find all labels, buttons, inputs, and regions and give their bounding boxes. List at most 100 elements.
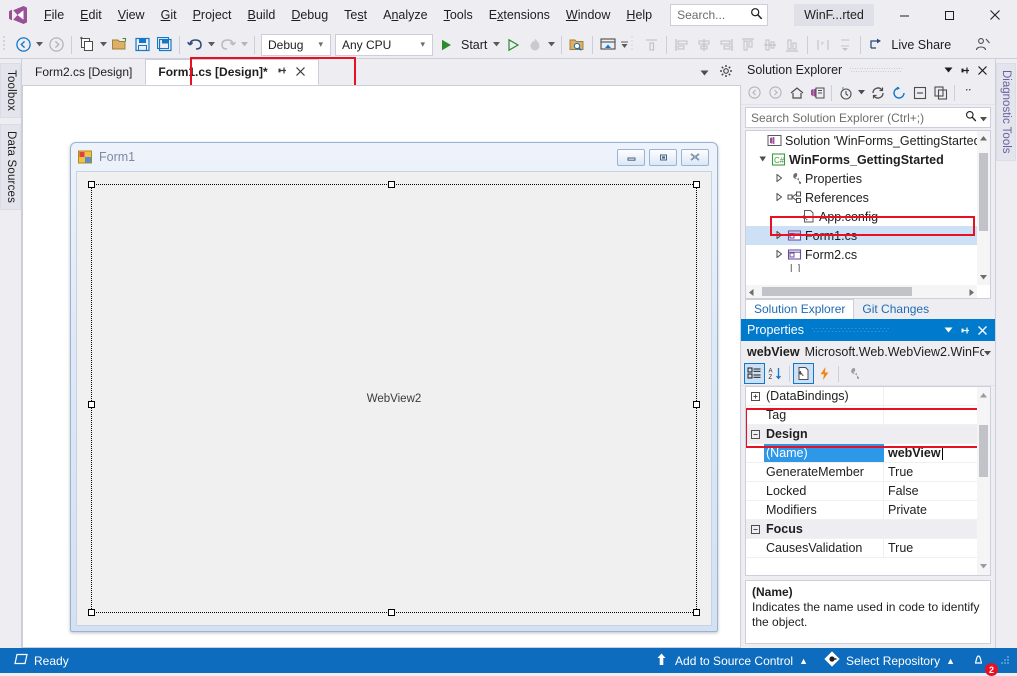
tree-row-form1-cs[interactable]: Form1.cs: [746, 226, 990, 245]
chevron-down-icon[interactable]: [984, 345, 991, 359]
solution-explorer-horizontal-scrollbar[interactable]: [746, 285, 977, 298]
minimize-button[interactable]: [882, 0, 927, 31]
align-bottoms-icon[interactable]: [781, 34, 803, 56]
menu-file[interactable]: File: [36, 3, 72, 27]
property-value-generatemember[interactable]: True: [884, 463, 990, 481]
start-debug-icon[interactable]: [435, 34, 457, 56]
menu-test[interactable]: Test: [336, 3, 375, 27]
panel-drag-dots[interactable]: [850, 65, 932, 75]
designer-settings-gear-icon[interactable]: [715, 64, 737, 81]
redo-icon[interactable]: [217, 34, 239, 56]
resize-handle-middle-left[interactable]: [88, 401, 95, 408]
add-to-source-control-button[interactable]: Add to Source Control ▲: [646, 648, 816, 673]
resize-handle-top-center[interactable]: [388, 181, 395, 188]
property-row-locked[interactable]: Locked False: [746, 482, 990, 501]
pending-changes-filter-icon[interactable]: [835, 82, 856, 103]
navigate-backward-dropdown[interactable]: [34, 34, 45, 56]
events-icon[interactable]: [814, 363, 835, 384]
scroll-up-icon[interactable]: [980, 134, 987, 143]
alphabetical-icon[interactable]: AZ: [765, 363, 786, 384]
property-pages-icon[interactable]: [842, 363, 863, 384]
form-close-button[interactable]: [681, 149, 709, 166]
navigate-forward-icon[interactable]: [45, 34, 67, 56]
preview-icon[interactable]: [597, 34, 619, 56]
form-maximize-button[interactable]: [649, 149, 677, 166]
properties-menu-icon[interactable]: [940, 321, 957, 339]
align-lefts-icon[interactable]: [671, 34, 693, 56]
property-category-design[interactable]: Design: [746, 425, 990, 444]
tree-row-project[interactable]: C# WinForms_GettingStarted: [746, 150, 990, 169]
spacing-icon[interactable]: [834, 34, 856, 56]
solution-explorer-search-input[interactable]: Search Solution Explorer (Ctrl+;): [745, 107, 991, 128]
menu-extensions[interactable]: Extensions: [481, 3, 558, 27]
resize-handle-bottom-left[interactable]: [88, 609, 95, 616]
scroll-down-icon[interactable]: [980, 273, 987, 282]
menu-window[interactable]: Window: [558, 3, 618, 27]
sync-with-active-document-icon[interactable]: [888, 82, 909, 103]
menu-help[interactable]: Help: [618, 3, 660, 27]
property-name-name[interactable]: (Name): [764, 444, 884, 462]
refresh-icon[interactable]: [867, 82, 888, 103]
property-row-tag[interactable]: Tag: [746, 406, 990, 425]
collapse-all-icon[interactable]: [909, 82, 930, 103]
sidebar-item-data-sources[interactable]: Data Sources: [0, 124, 21, 210]
sidebar-item-diagnostic-tools[interactable]: Diagnostic Tools: [996, 63, 1016, 161]
resize-handle-top-right[interactable]: [693, 181, 700, 188]
webview2-control[interactable]: WebView2: [91, 184, 697, 613]
toolbar-grip[interactable]: [2, 35, 12, 55]
solution-platform-combo[interactable]: Any CPU ▾: [335, 34, 433, 56]
tree-row-partial[interactable]: [746, 264, 990, 272]
toolbar-grip[interactable]: [630, 35, 640, 55]
properties-object-selector[interactable]: webView Microsoft.Web.WebView2.WinFo: [741, 341, 995, 362]
align-tops-icon[interactable]: [737, 34, 759, 56]
collapse-icon[interactable]: [746, 525, 764, 534]
tree-row-solution[interactable]: Solution 'WinForms_GettingStarted' (1: [746, 131, 990, 150]
scrollbar-thumb[interactable]: [762, 287, 912, 296]
property-value-modifiers[interactable]: Private: [884, 501, 990, 519]
scroll-left-icon[interactable]: [749, 289, 754, 298]
tree-expander[interactable]: [772, 250, 786, 260]
select-in-solution-explorer-icon[interactable]: [566, 34, 588, 56]
resize-handle-top-left[interactable]: [88, 181, 95, 188]
design-form-window[interactable]: Form1 WebView: [70, 142, 718, 632]
scroll-right-icon[interactable]: [969, 289, 974, 298]
property-row-databindings[interactable]: (DataBindings): [746, 387, 990, 406]
redo-dropdown[interactable]: [239, 34, 250, 56]
solution-explorer-close-icon[interactable]: [974, 61, 991, 79]
menu-tools[interactable]: Tools: [436, 3, 481, 27]
undo-icon[interactable]: [184, 34, 206, 56]
tree-expander[interactable]: [772, 231, 786, 241]
tree-expander[interactable]: [772, 174, 786, 184]
property-row-generatemember[interactable]: GenerateMember True: [746, 463, 990, 482]
align-rights-icon[interactable]: [715, 34, 737, 56]
collapse-icon[interactable]: [746, 430, 764, 439]
scrollbar-thumb[interactable]: [979, 425, 988, 477]
new-project-dropdown[interactable]: [98, 34, 109, 56]
solution-explorer-tree[interactable]: Solution 'WinForms_GettingStarted' (1 C#…: [745, 130, 991, 299]
properties-close-icon[interactable]: [974, 321, 991, 339]
save-icon[interactable]: [131, 34, 153, 56]
form-designer-surface[interactable]: Form1 WebView: [22, 85, 741, 648]
menu-edit[interactable]: Edit: [72, 3, 110, 27]
menu-git[interactable]: Git: [153, 3, 185, 27]
properties-pin-icon[interactable]: [957, 321, 974, 339]
tree-row-references[interactable]: References: [746, 188, 990, 207]
resize-handle-bottom-right[interactable]: [693, 609, 700, 616]
tab-git-changes[interactable]: Git Changes: [854, 300, 937, 319]
make-same-size-icon[interactable]: *: [812, 34, 834, 56]
expand-icon[interactable]: [746, 387, 764, 405]
tree-row-properties[interactable]: Properties: [746, 169, 990, 188]
hot-reload-icon[interactable]: [524, 34, 546, 56]
resize-handle-middle-right[interactable]: [693, 401, 700, 408]
filter-dropdown-icon[interactable]: [856, 82, 867, 103]
design-form-client-area[interactable]: WebView2: [76, 171, 712, 626]
overflow-icon[interactable]: [958, 82, 979, 103]
align-middles-icon[interactable]: [759, 34, 781, 56]
solution-explorer-vertical-scrollbar[interactable]: [977, 131, 990, 285]
document-tab-form1[interactable]: Form1.cs [Design]*: [145, 59, 318, 85]
maximize-button[interactable]: [927, 0, 972, 31]
categorized-icon[interactable]: [744, 363, 765, 384]
property-value-locked[interactable]: False: [884, 482, 990, 500]
solution-explorer-pin-icon[interactable]: [957, 61, 974, 79]
start-dropdown[interactable]: [491, 34, 502, 56]
